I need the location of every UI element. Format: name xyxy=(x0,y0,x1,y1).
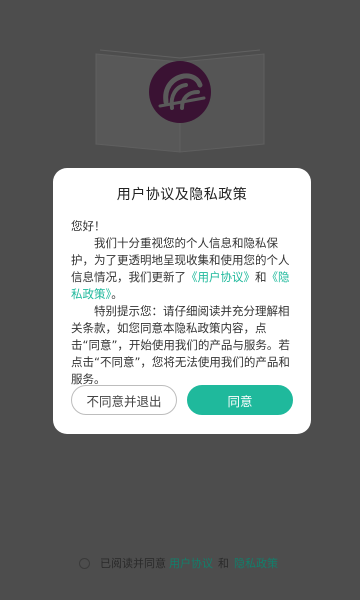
dialog-title: 用户协议及隐私政策 xyxy=(116,187,248,203)
and-text: 和 xyxy=(255,270,267,284)
privacy-dialog: 用户协议及隐私政策 您好！ 我们十分重视您的个人信息和隐私保护，为了更透明地呈现… xyxy=(53,168,311,434)
dialog-body: 您好！ 我们十分重视您的个人信息和隐私保护，为了更透明地呈现收集和使用您的个人信… xyxy=(71,218,293,388)
period-text: 。 xyxy=(111,287,123,301)
intro-paragraph: 我们十分重视您的个人信息和隐私保护，为了更透明地呈现收集和使用您的个人信息情况，… xyxy=(71,235,293,303)
user-agreement-link[interactable]: 《用户协议》 xyxy=(186,270,255,284)
app-logo-icon xyxy=(149,61,211,123)
dialog-buttons: 不同意并退出 同意 xyxy=(71,385,293,415)
greeting-text: 您好！ xyxy=(71,219,106,233)
decline-exit-button[interactable]: 不同意并退出 xyxy=(71,385,177,415)
bottom-user-agreement-link[interactable]: 用户协议 xyxy=(169,555,213,571)
bottom-privacy-policy-link[interactable]: 隐私政策 xyxy=(234,555,278,571)
consent-and: 和 xyxy=(218,557,229,570)
notice-paragraph: 特别提示您：请仔细阅读并充分理解相关条款，如您同意本隐私政策内容，点击“同意”，… xyxy=(71,304,290,386)
agree-button[interactable]: 同意 xyxy=(187,385,293,415)
consent-radio[interactable] xyxy=(79,557,90,569)
consent-prefix: 已阅读并同意 xyxy=(100,557,166,570)
agreement-consent-row: 已阅读并同意 用户协议 和 隐私政策 xyxy=(0,555,360,571)
